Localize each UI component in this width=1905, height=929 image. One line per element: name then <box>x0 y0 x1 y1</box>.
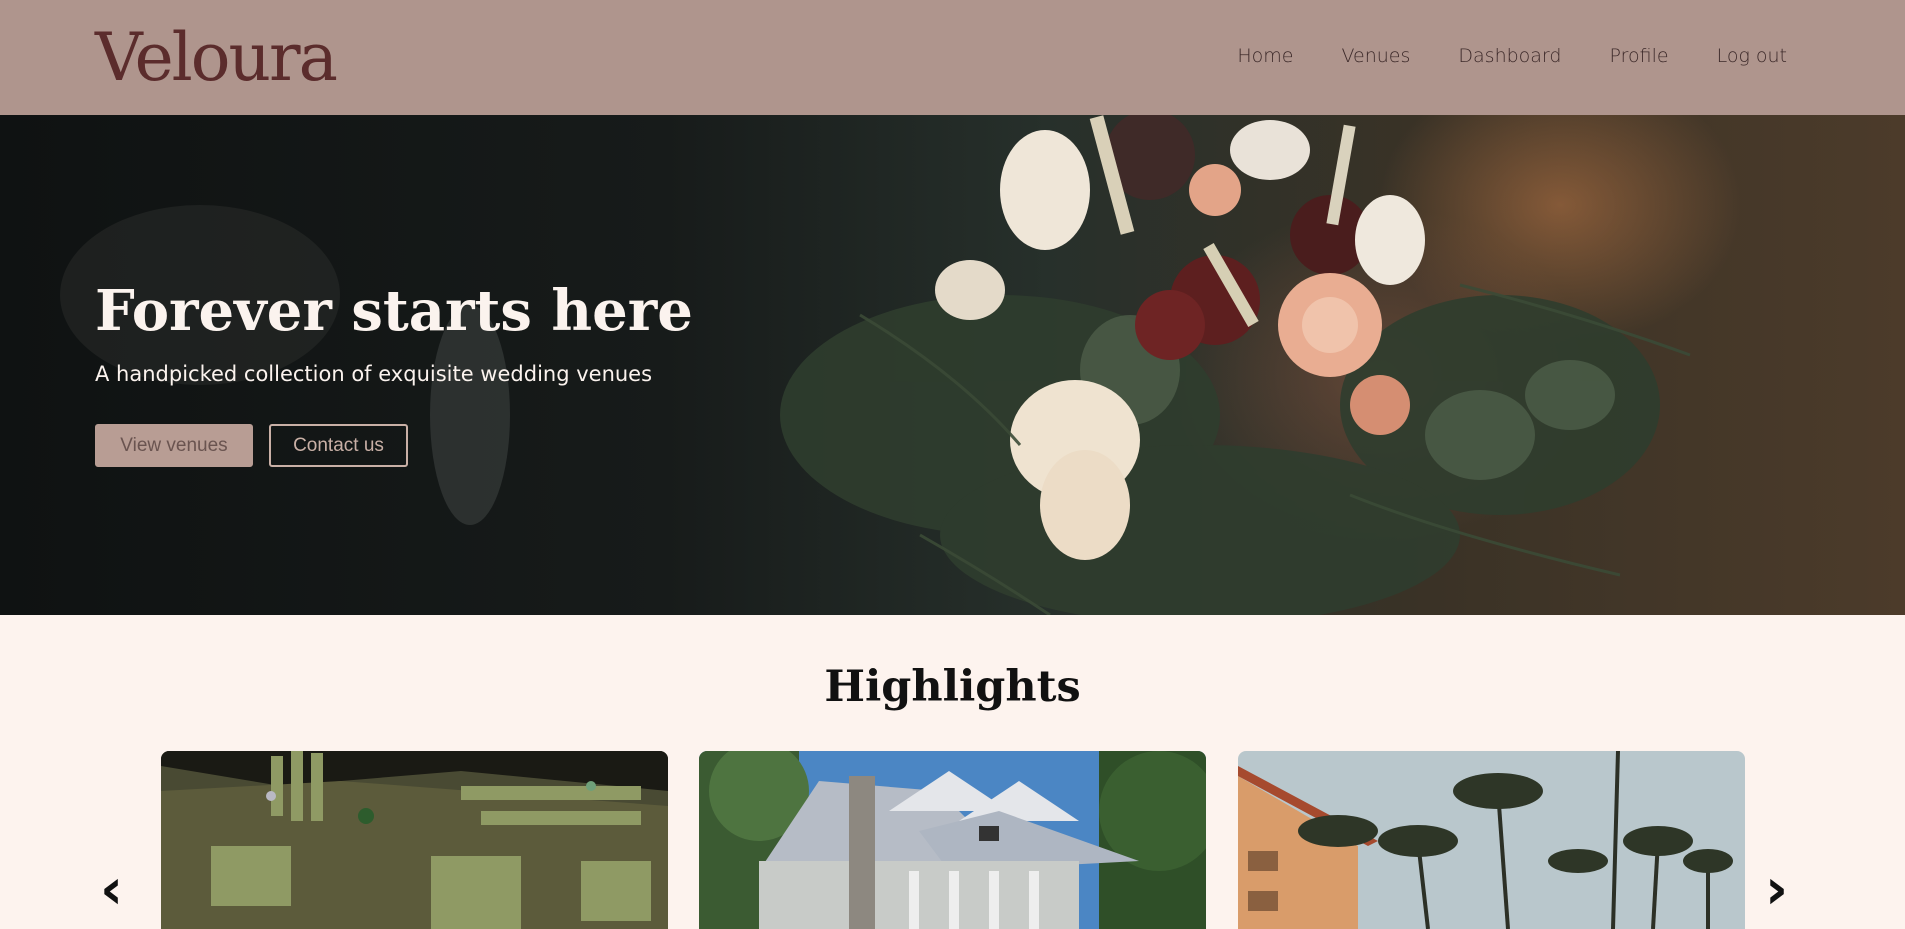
highlight-card-1[interactable] <box>161 751 668 929</box>
hero-banner: Forever starts here A handpicked collect… <box>0 115 1905 615</box>
chevron-right-icon[interactable]: › <box>1765 862 1805 918</box>
nav-venues[interactable]: Venues <box>1342 45 1411 67</box>
contact-us-button[interactable]: Contact us <box>269 424 408 467</box>
highlight-card-3[interactable] <box>1238 751 1745 929</box>
site-header: Veloura Home Venues Dashboard Profile Lo… <box>0 0 1905 115</box>
palm-resort-image <box>1238 751 1745 929</box>
view-venues-button[interactable]: View venues <box>95 424 253 467</box>
hero-subtitle: A handpicked collection of exquisite wed… <box>95 362 653 386</box>
highlights-title: Highlights <box>824 662 1081 712</box>
nav-home[interactable]: Home <box>1237 45 1293 67</box>
main-nav: Home Venues Dashboard Profile Log out <box>1237 45 1787 67</box>
highlight-card-2[interactable] <box>699 751 1206 929</box>
nav-dashboard[interactable]: Dashboard <box>1458 45 1561 67</box>
logo[interactable]: Veloura <box>95 18 338 98</box>
house-image <box>699 751 1206 929</box>
nav-logout[interactable]: Log out <box>1717 45 1787 67</box>
game-scene-image <box>161 751 668 929</box>
nav-profile[interactable]: Profile <box>1609 45 1668 67</box>
chevron-left-icon[interactable]: ‹ <box>100 862 140 918</box>
hero-title: Forever starts here <box>95 278 693 344</box>
